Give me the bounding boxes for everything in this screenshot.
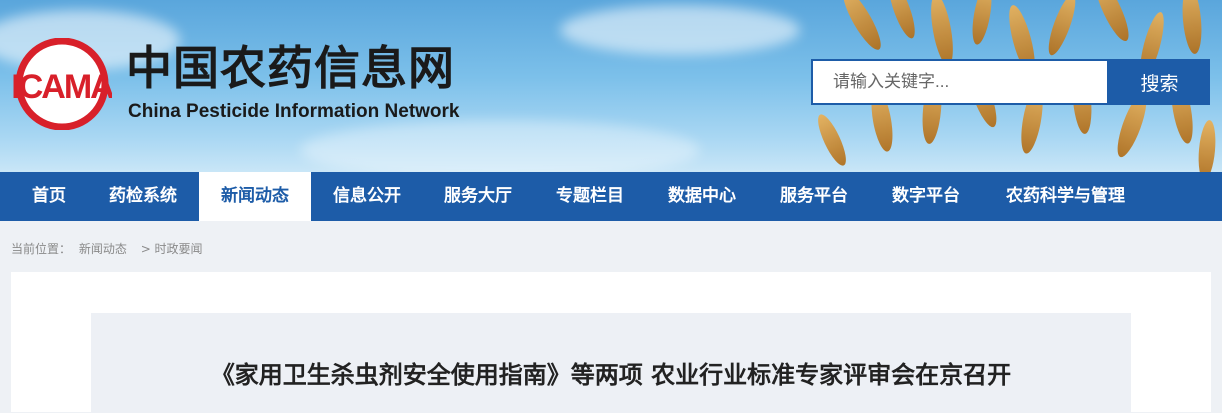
cloud-decoration bbox=[300, 120, 700, 172]
article-header: 《家用卫生杀虫剂安全使用指南》等两项 农业行业标准专家评审会在京召开 bbox=[91, 313, 1131, 413]
header-banner: ICAMA 中国农药信息网 China Pesticide Informatio… bbox=[0, 0, 1222, 172]
main-nav: 首页 药检系统 新闻动态 信息公开 服务大厅 专题栏目 数据中心 服务平台 数字… bbox=[0, 172, 1222, 221]
nav-item-news[interactable]: 新闻动态 bbox=[199, 172, 311, 221]
cloud-decoration bbox=[560, 5, 800, 55]
search-button[interactable]: 搜索 bbox=[1109, 59, 1210, 105]
nav-item-pesticide-science[interactable]: 农药科学与管理 bbox=[988, 172, 1143, 221]
nav-item-inspection-system[interactable]: 药检系统 bbox=[93, 172, 193, 221]
breadcrumb-link-news[interactable]: 新闻动态 bbox=[79, 242, 127, 256]
nav-item-service-platform[interactable]: 服务平台 bbox=[764, 172, 864, 221]
svg-text:ICAMA: ICAMA bbox=[12, 68, 112, 106]
breadcrumb-prefix: 当前位置： bbox=[11, 242, 72, 256]
nav-item-service-hall[interactable]: 服务大厅 bbox=[428, 172, 528, 221]
nav-item-info-disclosure[interactable]: 信息公开 bbox=[317, 172, 417, 221]
breadcrumb-link-politics[interactable]: > 时政要闻 bbox=[141, 242, 203, 256]
nav-item-data-center[interactable]: 数据中心 bbox=[652, 172, 752, 221]
breadcrumb: 当前位置： 新闻动态 > 时政要闻 bbox=[11, 240, 207, 257]
nav-item-special-topics[interactable]: 专题栏目 bbox=[540, 172, 640, 221]
site-title: 中国农药信息网 bbox=[126, 41, 455, 95]
icama-logo: ICAMA bbox=[12, 38, 112, 130]
nav-item-home[interactable]: 首页 bbox=[14, 172, 84, 221]
site-subtitle: China Pesticide Information Network bbox=[128, 101, 460, 122]
search-input[interactable] bbox=[811, 59, 1109, 105]
article-title: 《家用卫生杀虫剂安全使用指南》等两项 农业行业标准专家评审会在京召开 bbox=[210, 361, 1012, 389]
nav-item-digital-platform[interactable]: 数字平台 bbox=[876, 172, 976, 221]
